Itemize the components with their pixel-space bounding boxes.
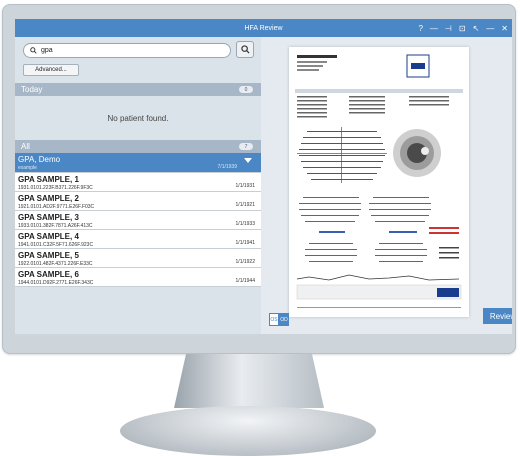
report-panel: OS OD Review bbox=[261, 37, 512, 334]
pointer-icon[interactable]: ↖ bbox=[473, 24, 480, 33]
patient-id: 1931.0101.223F.B371.226F.9F3C bbox=[18, 185, 93, 191]
patient-row[interactable]: GPA SAMPLE, 1 1931.0101.223F.B371.226F.9… bbox=[15, 173, 261, 192]
today-header[interactable]: Today 0 bbox=[15, 83, 261, 96]
patient-name: GPA SAMPLE, 2 bbox=[18, 194, 79, 203]
all-label: All bbox=[21, 142, 30, 151]
search-button[interactable] bbox=[236, 41, 254, 58]
monitor-base bbox=[120, 406, 376, 456]
search-icon bbox=[240, 45, 250, 54]
patient-dob: 1/1/1933 bbox=[235, 221, 255, 227]
patient-row[interactable]: GPA SAMPLE, 4 1941.0101.C32F.5F71.626F.9… bbox=[15, 230, 261, 249]
patient-row[interactable]: GPA SAMPLE, 5 1922.0101.482F.4371.226F.E… bbox=[15, 249, 261, 268]
patient-id: example bbox=[18, 165, 37, 171]
patient-name: GPA SAMPLE, 4 bbox=[18, 232, 79, 241]
patient-dob: 1/1/1921 bbox=[235, 202, 255, 208]
app-window: HFA Review ? — ⊣ ⊡ ↖ — ✕ gpa Advanced...… bbox=[15, 19, 512, 334]
search-input[interactable]: gpa bbox=[23, 43, 231, 58]
no-patient-message: No patient found. bbox=[107, 114, 169, 123]
patient-dob: 1/1/1931 bbox=[235, 183, 255, 189]
minimize-window-icon[interactable]: — bbox=[486, 24, 494, 33]
patient-name: GPA SAMPLE, 1 bbox=[18, 175, 79, 184]
search-value: gpa bbox=[41, 47, 53, 54]
patient-id: 1941.0101.C32F.5F71.626F.923C bbox=[18, 242, 94, 248]
patient-panel: gpa Advanced... Today 0 No patient found… bbox=[15, 37, 261, 334]
close-icon[interactable]: ✕ bbox=[501, 24, 508, 33]
today-label: Today bbox=[21, 85, 43, 94]
search-icon bbox=[30, 47, 37, 54]
patient-dob: 1/1/1941 bbox=[235, 240, 255, 246]
eye-os-button[interactable]: OS bbox=[269, 313, 279, 326]
patient-name: GPA SAMPLE, 5 bbox=[18, 251, 79, 260]
eye-od-button[interactable]: OD bbox=[279, 313, 289, 326]
patient-name: GPA, Demo bbox=[18, 155, 61, 164]
print-icon[interactable]: ⊡ bbox=[459, 24, 466, 33]
patient-row[interactable]: GPA SAMPLE, 6 1944.0101.D92F.2771.E26F.3… bbox=[15, 268, 261, 287]
report-content bbox=[295, 54, 463, 308]
help-icon[interactable]: ? bbox=[418, 24, 422, 33]
patient-row[interactable]: GPA SAMPLE, 2 1921.0101.AD2F.9771.E26F.F… bbox=[15, 192, 261, 211]
minimize-icon[interactable]: — bbox=[430, 24, 438, 33]
chevron-down-icon[interactable] bbox=[244, 158, 252, 163]
patient-row-selected[interactable]: GPA, Demo example 7/1/1939 bbox=[15, 153, 261, 173]
patient-name: GPA SAMPLE, 6 bbox=[18, 270, 79, 279]
patient-id: 1922.0101.482F.4371.226F.E33C bbox=[18, 261, 93, 267]
dock-icon[interactable]: ⊣ bbox=[445, 24, 452, 33]
patient-dob: 1/1/1944 bbox=[235, 278, 255, 284]
all-header[interactable]: All 7 bbox=[15, 140, 261, 153]
patient-name: GPA SAMPLE, 3 bbox=[18, 213, 79, 222]
patient-id: 1921.0101.AD2F.9771.E26F.F03C bbox=[18, 204, 95, 210]
patient-dob: 7/1/1939 bbox=[217, 164, 237, 170]
title-bar: HFA Review ? — ⊣ ⊡ ↖ — ✕ bbox=[15, 19, 512, 37]
advanced-button[interactable]: Advanced... bbox=[23, 64, 79, 76]
review-button[interactable]: Review bbox=[483, 308, 512, 324]
monitor-frame: HFA Review ? — ⊣ ⊡ ↖ — ✕ gpa Advanced...… bbox=[2, 4, 516, 354]
report-page[interactable] bbox=[289, 47, 469, 317]
today-count-badge: 0 bbox=[239, 86, 253, 93]
patient-list: GPA, Demo example 7/1/1939 GPA SAMPLE, 1… bbox=[15, 153, 261, 287]
all-count-badge: 7 bbox=[239, 143, 253, 150]
patient-dob: 1/1/1922 bbox=[235, 259, 255, 265]
patient-row[interactable]: GPA SAMPLE, 3 1933.0101.382F.7871.A26F.4… bbox=[15, 211, 261, 230]
monitor-stand bbox=[174, 354, 324, 408]
patient-id: 1944.0101.D92F.2771.E26F.343C bbox=[18, 280, 94, 286]
patient-id: 1933.0101.382F.7871.A26F.413C bbox=[18, 223, 93, 229]
